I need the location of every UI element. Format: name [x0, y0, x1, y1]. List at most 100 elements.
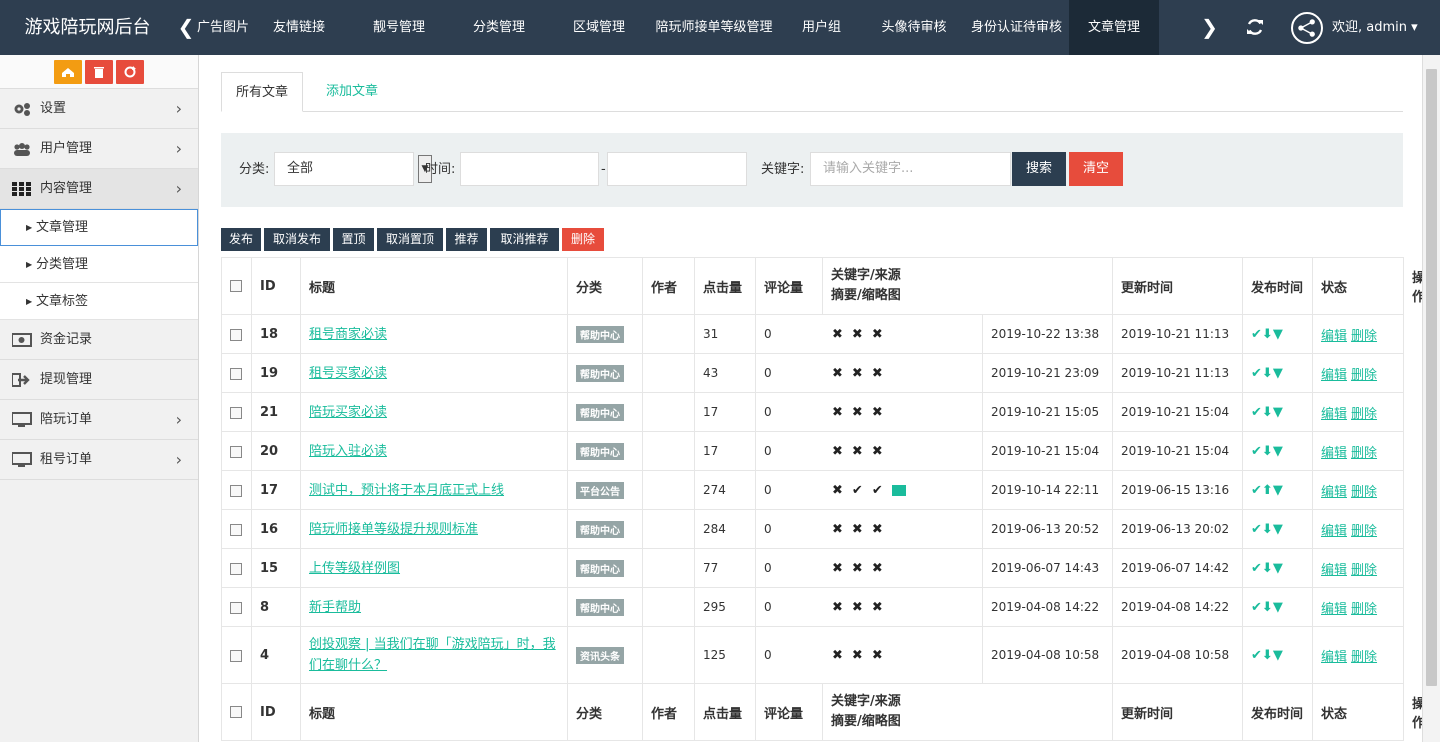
home-button[interactable] [54, 60, 82, 84]
status-down-icon[interactable]: ⬇ [1262, 327, 1273, 342]
select-all-checkbox[interactable] [230, 706, 242, 718]
search-button[interactable]: 搜索 [1012, 152, 1066, 186]
row-checkbox[interactable] [230, 523, 242, 536]
sidebar-item-0[interactable]: 设置 › [0, 89, 198, 129]
refresh-icon[interactable] [1245, 17, 1265, 37]
user-menu[interactable]: 欢迎, admin ▾ [1332, 0, 1418, 55]
row-checkbox[interactable] [230, 406, 242, 419]
trash-button[interactable] [85, 60, 113, 84]
delete-link[interactable]: 删除 [1351, 602, 1377, 617]
bulk-action-button-5[interactable]: 取消推荐 [490, 228, 559, 251]
status-up-icon[interactable]: ⬆ [1262, 483, 1273, 498]
tab-add-article[interactable]: 添加文章 [312, 72, 392, 112]
status-down-icon[interactable]: ⬇ [1262, 405, 1273, 420]
edit-link[interactable]: 编辑 [1321, 485, 1347, 500]
nav-item-4[interactable]: 区域管理 [549, 0, 649, 55]
status-down-icon[interactable]: ⬇ [1262, 561, 1273, 576]
status-thumb-icon[interactable]: ▼ [1273, 444, 1283, 459]
status-thumb-icon[interactable]: ▼ [1273, 600, 1283, 615]
avatar[interactable] [1291, 12, 1323, 44]
edit-link[interactable]: 编辑 [1321, 563, 1347, 578]
bulk-action-button-6[interactable]: 删除 [562, 228, 604, 251]
status-thumb-icon[interactable]: ▼ [1273, 561, 1283, 576]
article-title-link[interactable]: 陪玩入驻必读 [309, 444, 387, 459]
nav-item-2[interactable]: 靓号管理 [349, 0, 449, 55]
status-down-icon[interactable]: ⬇ [1262, 444, 1273, 459]
row-checkbox[interactable] [230, 328, 242, 341]
status-thumb-icon[interactable]: ▼ [1273, 366, 1283, 381]
bulk-action-button-0[interactable]: 发布 [221, 228, 261, 251]
vertical-scrollbar[interactable] [1422, 55, 1440, 742]
sidebar-item-2[interactable]: 内容管理 › [0, 169, 198, 209]
status-check-icon[interactable]: ✔ [1251, 483, 1262, 498]
delete-link[interactable]: 删除 [1351, 485, 1377, 500]
bulk-action-button-1[interactable]: 取消发布 [264, 228, 330, 251]
status-thumb-icon[interactable]: ▼ [1273, 327, 1283, 342]
row-checkbox[interactable] [230, 649, 242, 662]
sidebar-subitem-1[interactable]: ▶ 分类管理 [0, 246, 198, 283]
edit-link[interactable]: 编辑 [1321, 446, 1347, 461]
delete-link[interactable]: 删除 [1351, 650, 1377, 665]
status-check-icon[interactable]: ✔ [1251, 444, 1262, 459]
row-checkbox[interactable] [230, 367, 242, 380]
status-down-icon[interactable]: ⬇ [1262, 600, 1273, 615]
delete-link[interactable]: 删除 [1351, 524, 1377, 539]
nav-next-icon[interactable]: ❯ [1197, 0, 1222, 55]
nav-prev-icon[interactable]: ❮ [175, 0, 197, 55]
row-checkbox[interactable] [230, 562, 242, 575]
row-checkbox[interactable] [230, 484, 242, 497]
article-title-link[interactable]: 租号商家必读 [309, 327, 387, 342]
nav-item-0[interactable]: 广告图片管理 [197, 0, 249, 55]
edit-link[interactable]: 编辑 [1321, 329, 1347, 344]
nav-item-3[interactable]: 分类管理 [449, 0, 549, 55]
nav-item-1[interactable]: 友情链接 [249, 0, 349, 55]
status-check-icon[interactable]: ✔ [1251, 405, 1262, 420]
sidebar-item-5[interactable]: 陪玩订单 › [0, 400, 198, 440]
bulk-action-button-3[interactable]: 取消置顶 [377, 228, 443, 251]
article-title-link[interactable]: 陪玩师接单等级提升规则标准 [309, 522, 478, 537]
select-all-checkbox[interactable] [230, 280, 242, 292]
bulk-action-button-2[interactable]: 置顶 [333, 228, 374, 251]
edit-link[interactable]: 编辑 [1321, 407, 1347, 422]
edit-link[interactable]: 编辑 [1321, 650, 1347, 665]
delete-link[interactable]: 删除 [1351, 446, 1377, 461]
delete-link[interactable]: 删除 [1351, 407, 1377, 422]
nav-item-6[interactable]: 用户组 [779, 0, 864, 55]
tab-all-articles[interactable]: 所有文章 [221, 72, 304, 112]
bulk-action-button-4[interactable]: 推荐 [446, 228, 487, 251]
sidebar-item-6[interactable]: 租号订单 › [0, 440, 198, 480]
end-date-input[interactable] [607, 152, 747, 186]
status-thumb-icon[interactable]: ▼ [1273, 483, 1283, 498]
article-title-link[interactable]: 租号买家必读 [309, 366, 387, 381]
sidebar-item-4[interactable]: 提现管理 [0, 360, 198, 400]
status-down-icon[interactable]: ⬇ [1262, 366, 1273, 381]
sidebar-subitem-2[interactable]: ▶ 文章标签 [0, 283, 198, 320]
scrollbar-thumb[interactable] [1426, 69, 1437, 686]
sidebar-item-3[interactable]: 资金记录 [0, 320, 198, 360]
status-thumb-icon[interactable]: ▼ [1273, 648, 1283, 663]
delete-link[interactable]: 删除 [1351, 368, 1377, 383]
article-title-link[interactable]: 上传等级样例图 [309, 561, 400, 576]
clear-button[interactable]: 清空 [1069, 152, 1123, 186]
app-title[interactable]: 游戏陪玩网后台 [0, 0, 175, 55]
status-down-icon[interactable]: ⬇ [1262, 522, 1273, 537]
status-check-icon[interactable]: ✔ [1251, 327, 1262, 342]
edit-link[interactable]: 编辑 [1321, 524, 1347, 539]
delete-link[interactable]: 删除 [1351, 329, 1377, 344]
sidebar-subitem-0[interactable]: ▶ 文章管理 [0, 209, 198, 246]
recycle-button[interactable] [116, 60, 144, 84]
row-checkbox[interactable] [230, 445, 242, 458]
status-thumb-icon[interactable]: ▼ [1273, 522, 1283, 537]
status-down-icon[interactable]: ⬇ [1262, 648, 1273, 663]
article-title-link[interactable]: 陪玩买家必读 [309, 405, 387, 420]
status-check-icon[interactable]: ✔ [1251, 522, 1262, 537]
start-date-input[interactable] [460, 152, 599, 186]
status-check-icon[interactable]: ✔ [1251, 648, 1262, 663]
article-title-link[interactable]: 创投观察 | 当我们在聊「游戏陪玩」时，我们在聊什么？ [309, 637, 556, 673]
sidebar-item-1[interactable]: 用户管理 › [0, 129, 198, 169]
status-check-icon[interactable]: ✔ [1251, 561, 1262, 576]
article-title-link[interactable]: 新手帮助 [309, 600, 361, 615]
article-title-link[interactable]: 测试中，预计将于本月底正式上线 [309, 483, 504, 498]
delete-link[interactable]: 删除 [1351, 563, 1377, 578]
category-select[interactable]: 全部 [274, 152, 414, 186]
